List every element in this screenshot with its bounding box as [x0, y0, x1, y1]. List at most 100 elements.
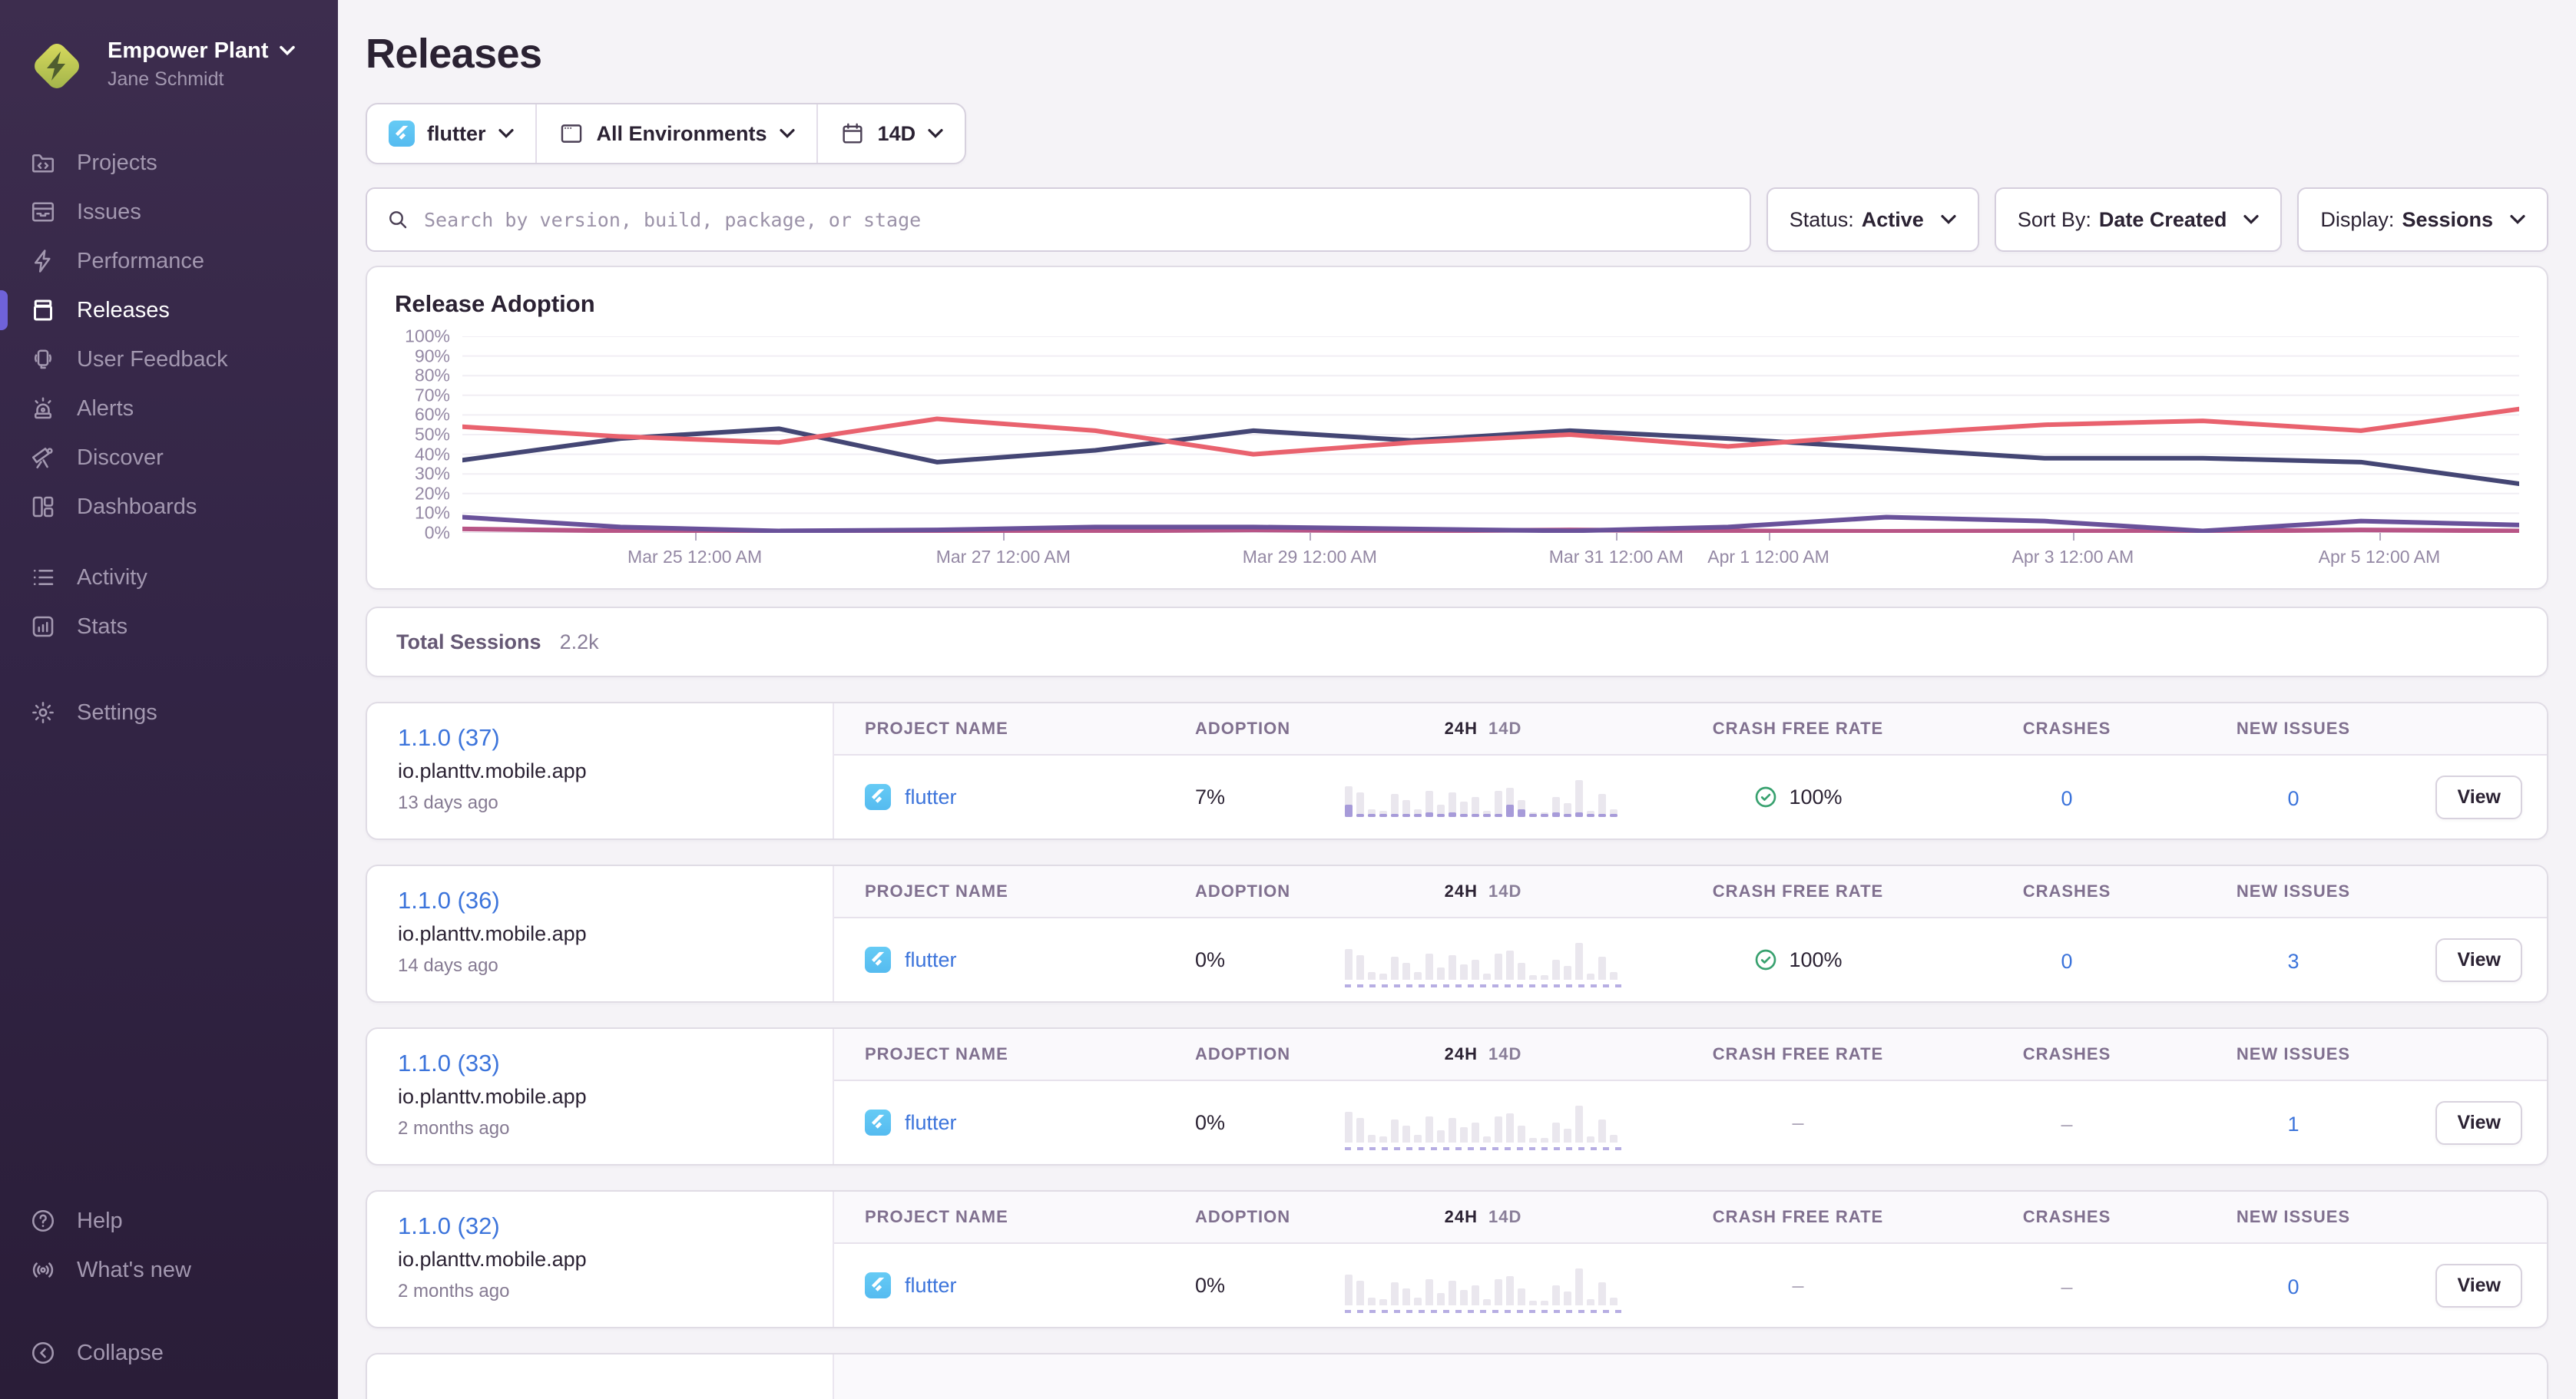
- toggle-24h[interactable]: 24H: [1445, 881, 1478, 901]
- main-content: Releases flutter All Environments 14D: [338, 0, 2576, 1399]
- release-age: 14 days ago: [398, 955, 802, 977]
- release-age: 2 months ago: [398, 1281, 802, 1302]
- col-crash-free-rate: CRASH FREE RATE: [1641, 881, 1955, 901]
- sidebar-item-settings[interactable]: Settings: [0, 688, 338, 737]
- release-version-link[interactable]: 1.1.0 (37): [398, 724, 500, 752]
- sidebar-item-performance[interactable]: Performance: [0, 236, 338, 286]
- view-button[interactable]: View: [2435, 938, 2522, 982]
- col-new-issues: NEW ISSUES: [2178, 1044, 2409, 1064]
- sidebar-item-help[interactable]: Help: [0, 1196, 338, 1245]
- page-title: Releases: [366, 28, 2548, 80]
- projects-icon: [29, 149, 57, 177]
- view-button[interactable]: View: [2435, 776, 2522, 819]
- new-issues-link[interactable]: 0: [2287, 787, 2299, 810]
- col-adoption: ADOPTION: [1195, 881, 1326, 901]
- sidebar-item-alerts[interactable]: Alerts: [0, 384, 338, 433]
- release-version-link[interactable]: 1.1.0 (36): [398, 887, 500, 914]
- sidebar-item-dashboards[interactable]: Dashboards: [0, 482, 338, 531]
- display-dropdown[interactable]: Display: Sessions: [2297, 187, 2548, 252]
- sidebar-item-stats[interactable]: Stats: [0, 602, 338, 651]
- col-new-issues: NEW ISSUES: [2178, 719, 2409, 739]
- new-issues-link[interactable]: 0: [2287, 1275, 2299, 1298]
- sidebar-item-label: Alerts: [77, 396, 134, 422]
- sidebar-item-projects[interactable]: Projects: [0, 138, 338, 187]
- performance-icon: [29, 247, 57, 275]
- release-version-link[interactable]: 1.1.0 (33): [398, 1050, 500, 1077]
- x-tick-label: Apr 3 12:00 AM: [2012, 547, 2134, 567]
- flutter-icon: [865, 1110, 891, 1136]
- view-button[interactable]: View: [2435, 1264, 2522, 1308]
- new-issues-link[interactable]: 3: [2287, 950, 2299, 973]
- project-link[interactable]: flutter: [905, 948, 957, 972]
- chevron-down-icon: [780, 128, 795, 139]
- sidebar-nav-footer: Help What's new: [0, 1196, 338, 1295]
- sidebar-item-label: Projects: [77, 150, 157, 176]
- crashes-link[interactable]: 0: [2061, 787, 2072, 810]
- dashboards-icon: [29, 493, 57, 521]
- project-link[interactable]: flutter: [905, 785, 957, 809]
- adoption-value: 7%: [1195, 785, 1326, 809]
- sidebar-nav-settings: Settings: [0, 688, 338, 737]
- discover-icon: [29, 444, 57, 471]
- flutter-icon: [389, 121, 415, 147]
- chevron-down-icon: [928, 128, 943, 139]
- org-name: Empower Plant: [108, 37, 269, 64]
- environment-filter-label: All Environments: [597, 122, 767, 146]
- release-version-link[interactable]: 1.1.0 (32): [398, 1212, 500, 1240]
- project-link[interactable]: flutter: [905, 1274, 957, 1298]
- toggle-14d[interactable]: 14D: [1488, 881, 1521, 901]
- new-issues-link[interactable]: 1: [2287, 1113, 2299, 1136]
- col-adoption: ADOPTION: [1195, 1207, 1326, 1227]
- toggle-14d[interactable]: 14D: [1488, 1044, 1521, 1064]
- col-crash-free-rate: CRASH FREE RATE: [1641, 1044, 1955, 1064]
- sidebar-item-releases[interactable]: Releases: [0, 286, 338, 335]
- adoption-value: 0%: [1195, 948, 1326, 972]
- date-range-filter[interactable]: 14D: [816, 104, 965, 163]
- sidebar-item-whats-new[interactable]: What's new: [0, 1245, 338, 1295]
- col-adoption: ADOPTION: [1195, 1044, 1326, 1064]
- sidebar-item-discover[interactable]: Discover: [0, 433, 338, 482]
- toggle-24h[interactable]: 24H: [1445, 1207, 1478, 1227]
- chevron-down-icon: [1941, 214, 1956, 225]
- sort-by-dropdown[interactable]: Sort By: Date Created: [1995, 187, 2283, 252]
- environment-filter[interactable]: All Environments: [535, 104, 816, 163]
- x-tick-label: Apr 5 12:00 AM: [2319, 547, 2441, 567]
- release-row: flutter 0% 100% 0 3 View: [834, 918, 2547, 1001]
- col-project-name: PROJECT NAME: [865, 1207, 1195, 1227]
- toggle-24h[interactable]: 24H: [1445, 1044, 1478, 1064]
- check-circle-icon: [1753, 948, 1778, 972]
- y-tick: 0%: [425, 523, 450, 544]
- chevron-down-icon: [2510, 214, 2525, 225]
- settings-icon: [29, 699, 57, 726]
- toggle-14d[interactable]: 14D: [1488, 1207, 1521, 1227]
- y-tick: 50%: [415, 425, 450, 445]
- alerts-icon: [29, 395, 57, 422]
- sidebar-item-label: Discover: [77, 445, 164, 471]
- toggle-24h[interactable]: 24H: [1445, 719, 1478, 739]
- purple-release-line: [462, 518, 2519, 531]
- y-tick: 30%: [415, 464, 450, 485]
- col-crashes: CRASHES: [1955, 881, 2178, 901]
- project-link[interactable]: flutter: [905, 1111, 957, 1135]
- crash-free-rate-cell: 100%: [1641, 785, 1955, 809]
- search-input[interactable]: Search by version, build, package, or st…: [366, 187, 1751, 252]
- crashes-link[interactable]: 0: [2061, 950, 2072, 973]
- x-tick-label: Apr 1 12:00 AM: [1707, 547, 1829, 567]
- calendar-icon: [839, 121, 866, 147]
- view-button[interactable]: View: [2435, 1101, 2522, 1145]
- total-sessions-value: 2.2k: [560, 630, 599, 654]
- sidebar-collapse-button[interactable]: Collapse: [0, 1328, 338, 1378]
- org-switcher[interactable]: Empower Plant Jane Schmidt: [0, 21, 338, 107]
- y-tick: 90%: [415, 346, 450, 366]
- project-filter[interactable]: flutter: [367, 104, 535, 163]
- sidebar-item-user-feedback[interactable]: User Feedback: [0, 335, 338, 384]
- chevron-down-icon: [2243, 214, 2259, 225]
- status-dropdown[interactable]: Status: Active: [1766, 187, 1979, 252]
- sidebar-nav-secondary: Activity Stats: [0, 553, 338, 651]
- y-tick: 60%: [415, 405, 450, 425]
- col-project-name: PROJECT NAME: [865, 719, 1195, 739]
- toggle-14d[interactable]: 14D: [1488, 719, 1521, 739]
- sidebar-item-activity[interactable]: Activity: [0, 553, 338, 602]
- flutter-icon: [865, 947, 891, 973]
- sidebar-item-issues[interactable]: Issues: [0, 187, 338, 236]
